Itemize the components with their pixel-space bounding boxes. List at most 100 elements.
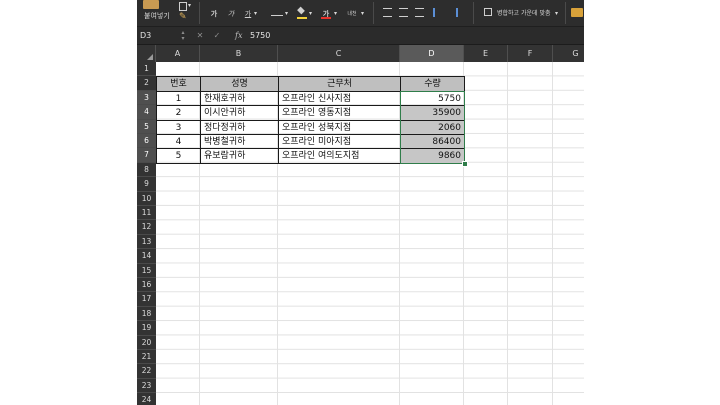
phonetic-guide-button[interactable]: 내천 xyxy=(344,8,360,20)
enter-icon[interactable]: ✓ xyxy=(212,29,222,42)
row-header-18[interactable]: 18 xyxy=(137,307,156,322)
decrease-indent-icon[interactable] xyxy=(433,8,442,17)
table-header-cell[interactable]: 수량 xyxy=(400,76,465,92)
row-header-11[interactable]: 11 xyxy=(137,206,156,221)
bold-button[interactable]: 가 xyxy=(208,8,220,20)
table-cell[interactable]: 오프라인 미아지점 xyxy=(278,134,401,150)
row-header-24[interactable]: 24 xyxy=(137,393,156,405)
table-cell[interactable]: 2060 xyxy=(400,119,465,135)
column-header-e[interactable]: E xyxy=(464,45,508,62)
table-cell[interactable]: 2 xyxy=(156,105,201,121)
merge-dropdown-icon[interactable]: ▾ xyxy=(555,9,558,19)
row-header-4[interactable]: 4 xyxy=(137,105,156,120)
row-header-10[interactable]: 10 xyxy=(137,192,156,206)
format-painter-icon[interactable]: ✎ xyxy=(179,12,187,22)
ribbon-separator xyxy=(199,2,200,24)
fill-handle[interactable] xyxy=(462,160,468,167)
underline-button[interactable]: 가 xyxy=(242,8,254,20)
increase-indent-icon[interactable] xyxy=(449,8,458,17)
row-header-13[interactable]: 13 xyxy=(137,235,156,250)
row-header-3[interactable]: 3 xyxy=(137,90,156,106)
table-header-cell[interactable]: 성명 xyxy=(200,76,279,92)
row-headers: 1 2 3 4 5 6 7 8 9 10 11 12 13 14 15 16 17 18 19 20 21 22 23 24 xyxy=(137,62,156,405)
paste-icon[interactable] xyxy=(143,0,159,9)
phonetic-dropdown-icon[interactable]: ▾ xyxy=(361,9,364,19)
column-header-c[interactable]: C xyxy=(278,45,400,62)
row-header-22[interactable]: 22 xyxy=(137,364,156,379)
table-cell[interactable]: 5 xyxy=(156,148,201,164)
table-cell[interactable]: 오프라인 성북지점 xyxy=(278,119,401,135)
row-header-17[interactable]: 17 xyxy=(137,292,156,307)
fill-color-dropdown-icon[interactable]: ▾ xyxy=(309,9,312,19)
border-dropdown-icon[interactable]: ▾ xyxy=(285,9,288,19)
column-header-b[interactable]: B xyxy=(200,45,278,62)
table-header-cell[interactable]: 번호 xyxy=(156,76,201,92)
insert-function-button[interactable]: fx xyxy=(235,29,242,42)
row-header-21[interactable]: 21 xyxy=(137,350,156,365)
column-header-d[interactable]: D xyxy=(400,45,464,62)
row-header-20[interactable]: 20 xyxy=(137,336,156,350)
table-cell[interactable]: 정다정귀하 xyxy=(200,119,279,135)
table-cell[interactable]: 5750 xyxy=(400,90,465,107)
font-color-bar xyxy=(321,17,331,19)
table-cell[interactable]: 오프라인 여의도지점 xyxy=(278,148,401,164)
row-header-2[interactable]: 2 xyxy=(137,76,156,91)
table-cell[interactable]: 35900 xyxy=(400,105,465,121)
border-icon[interactable] xyxy=(271,15,283,16)
name-box-dropdown-icon[interactable]: ▴ ▾ xyxy=(179,30,187,43)
table-cell[interactable]: 3 xyxy=(156,119,201,135)
row-header-19[interactable]: 19 xyxy=(137,321,156,336)
ribbon-separator xyxy=(473,2,474,24)
row-header-16[interactable]: 16 xyxy=(137,278,156,293)
table-cell[interactable]: 박병철귀하 xyxy=(200,134,279,150)
ribbon-toolbar: 붙여넣기 ▾ ✎ 가 가 가 ▾ ▾ ▾ 가 ▾ 내천 ▾ 병합하고 가운데 맞… xyxy=(137,0,584,27)
gridline xyxy=(552,62,553,405)
table-cell[interactable]: 1 xyxy=(156,90,201,107)
row-header-1[interactable]: 1 xyxy=(137,62,156,77)
merge-center-button[interactable]: 병합하고 가운데 맞춤 xyxy=(497,9,551,19)
formula-bar: D3 ▴ ▾ ✕ ✓ fx 5750 xyxy=(137,27,584,45)
align-left-icon[interactable] xyxy=(383,8,392,17)
row-header-5[interactable]: 5 xyxy=(137,119,156,134)
spreadsheet-window: 붙여넣기 ▾ ✎ 가 가 가 ▾ ▾ ▾ 가 ▾ 내천 ▾ 병합하고 가운데 맞… xyxy=(137,0,584,405)
table-cell[interactable]: 86400 xyxy=(400,134,465,150)
align-right-icon[interactable] xyxy=(415,8,424,17)
row-header-7[interactable]: 7 xyxy=(137,148,156,163)
row-header-14[interactable]: 14 xyxy=(137,249,156,264)
table-cell[interactable]: 4 xyxy=(156,134,201,150)
table-header-cell[interactable]: 근무처 xyxy=(278,76,401,92)
column-headers: ABCDEFG xyxy=(137,45,584,62)
gridline xyxy=(507,62,508,405)
name-box[interactable]: D3 xyxy=(140,29,174,42)
paste-button-label[interactable]: 붙여넣기 xyxy=(144,11,170,21)
fill-color-icon[interactable] xyxy=(297,6,306,16)
table-cell[interactable]: 한재호귀하 xyxy=(200,90,279,107)
cancel-icon[interactable]: ✕ xyxy=(195,29,205,42)
ribbon-separator xyxy=(565,2,566,24)
table-cell[interactable]: 오프라인 영동지점 xyxy=(278,105,401,121)
row-header-6[interactable]: 6 xyxy=(137,134,156,149)
underline-dropdown-icon[interactable]: ▾ xyxy=(254,9,257,19)
font-color-dropdown-icon[interactable]: ▾ xyxy=(334,9,337,19)
column-header-a[interactable]: A xyxy=(156,45,200,62)
table-cell[interactable]: 9860 xyxy=(400,148,465,164)
row-header-23[interactable]: 23 xyxy=(137,379,156,394)
row-header-12[interactable]: 12 xyxy=(137,220,156,235)
formula-input[interactable]: 5750 xyxy=(250,29,270,42)
select-all-button[interactable] xyxy=(137,45,156,62)
copy-dropdown-icon[interactable]: ▾ xyxy=(188,1,191,11)
copy-icon[interactable] xyxy=(179,2,187,11)
row-header-9[interactable]: 9 xyxy=(137,177,156,192)
italic-button[interactable]: 가 xyxy=(225,8,237,20)
row-header-8[interactable]: 8 xyxy=(137,163,156,178)
merge-center-icon[interactable] xyxy=(484,8,492,16)
cell-grid[interactable]: 번호 성명 근무처 수량 1 한재호귀하 오프라인 신사지점 5750 2 이시안귀하 오프라인 영… xyxy=(156,62,584,405)
table-cell[interactable]: 이시안귀하 xyxy=(200,105,279,121)
column-header-g[interactable]: G xyxy=(553,45,584,62)
table-cell[interactable]: 유보람귀하 xyxy=(200,148,279,164)
row-header-15[interactable]: 15 xyxy=(137,264,156,278)
column-header-f[interactable]: F xyxy=(508,45,553,62)
align-center-icon[interactable] xyxy=(399,8,408,17)
conditional-format-icon[interactable] xyxy=(571,8,583,17)
table-cell[interactable]: 오프라인 신사지점 xyxy=(278,90,401,107)
